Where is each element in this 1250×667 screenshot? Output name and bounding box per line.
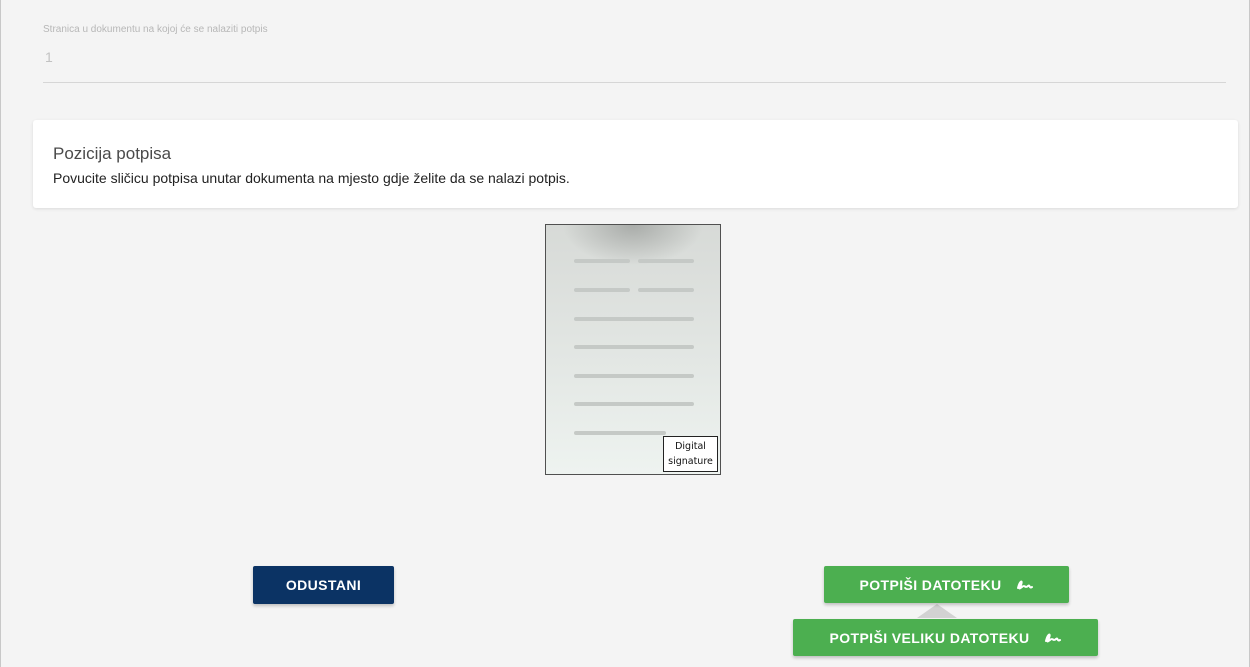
sign-file-button-label: POTPIŠI DATOTEKU [859,576,1002,593]
signature-scribble-icon [1044,633,1061,642]
document-preview: Digital signature [545,224,721,475]
sign-file-button[interactable]: POTPIŠI DATOTEKU [824,566,1069,603]
signature-scribble-icon [1016,580,1033,589]
drag-ghost-shape [917,604,957,618]
sign-large-file-button[interactable]: POTPIŠI VELIKU DATOTEKU [793,619,1098,656]
signature-page-label: Stranica u dokumentu na kojoj će se nala… [43,24,268,35]
cancel-button-label: ODUSTANI [285,577,362,593]
signature-position-card: Pozicija potpisa Povucite sličicu potpis… [33,120,1238,208]
signature-position-title: Pozicija potpisa [53,144,172,163]
signature-label-line1: Digital [675,441,706,452]
sign-large-file-button-label: POTPIŠI VELIKU DATOTEKU [829,629,1030,646]
cancel-button[interactable]: ODUSTANI [253,566,394,604]
signature-position-instruction: Povucite sličicu potpisa unutar dokument… [53,170,570,186]
signature-page-field[interactable]: Stranica u dokumentu na kojoj će se nala… [43,18,1226,83]
signature-placeholder[interactable]: Digital signature [663,436,718,472]
signature-page-input[interactable]: 1 [45,49,53,65]
signature-label-line2: signature [668,456,713,467]
